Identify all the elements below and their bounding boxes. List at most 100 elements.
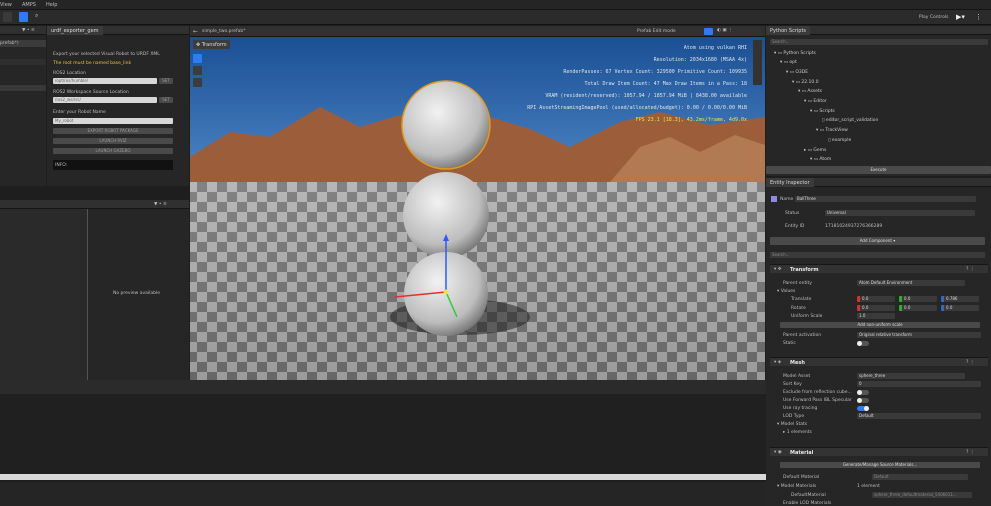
values-label: ▾ Values bbox=[777, 289, 796, 294]
uniform-scale-input[interactable]: 1.0 bbox=[857, 313, 895, 319]
camera-icon[interactable] bbox=[704, 28, 713, 35]
viewport-side-toolbar[interactable] bbox=[753, 40, 762, 85]
help-icon[interactable]: ? ⋮ bbox=[966, 360, 974, 365]
translate-z[interactable]: 0.786 bbox=[941, 296, 979, 302]
tab-inspector[interactable]: Entity Inspector bbox=[766, 178, 814, 187]
python-header: Python Scripts bbox=[766, 26, 991, 35]
hud-line: RenderPasses: 67 Vertex Count: 329500 Pr… bbox=[563, 69, 747, 75]
uniform-scale-label: Uniform Scale bbox=[791, 314, 823, 319]
tree-item[interactable]: ▾ ▭ O3DE bbox=[786, 70, 808, 75]
tree-item[interactable]: ▯ editor_script_validation bbox=[822, 118, 878, 123]
robot-name-label: Enter your Robot Name bbox=[53, 110, 106, 115]
entity-name-input[interactable]: BallThree bbox=[795, 196, 976, 202]
console-input[interactable] bbox=[0, 474, 766, 480]
tree-item[interactable]: ▾ ▭ TrackView bbox=[816, 128, 848, 133]
elements-label[interactable]: ▸ 1 elements bbox=[783, 430, 812, 435]
exclude-reflection-toggle[interactable] bbox=[857, 390, 869, 395]
forward-pass-toggle[interactable] bbox=[857, 398, 869, 403]
ros2-ws-label: ROS2 Workspace Source Location bbox=[53, 90, 129, 95]
menu-amps[interactable]: AMPS bbox=[22, 2, 36, 8]
outliner-row[interactable] bbox=[0, 85, 46, 91]
default-material-input[interactable]: Default bbox=[872, 474, 968, 480]
inspector-search-input[interactable]: Search... bbox=[770, 252, 985, 258]
menu-view[interactable]: View bbox=[0, 2, 12, 8]
static-toggle[interactable] bbox=[857, 341, 869, 346]
set-location-button[interactable]: SET bbox=[159, 78, 173, 84]
menu-help[interactable]: Help bbox=[46, 2, 57, 8]
collapse-icon[interactable]: ▾ ◈ bbox=[774, 360, 781, 365]
console-panel bbox=[0, 394, 766, 474]
search-icon[interactable]: ⌕ bbox=[35, 12, 44, 22]
model-materials-label[interactable]: ▾ Model Materials bbox=[777, 484, 816, 489]
viewport-tab[interactable]: simple_two.prefab* bbox=[202, 29, 245, 34]
rotate-z[interactable]: 0.0 bbox=[941, 305, 979, 311]
back-arrow-icon[interactable]: ← bbox=[193, 28, 198, 35]
export-package-button[interactable]: EXPORT ROBOT PACKAGE bbox=[53, 128, 173, 134]
python-search-input[interactable]: Search... bbox=[770, 39, 988, 45]
generate-materials-button[interactable]: Generate/Manage Source Materials... bbox=[780, 462, 980, 468]
tree-item[interactable]: ▾ ▭ opt bbox=[780, 60, 797, 65]
add-component-button[interactable]: Add Component ▾ bbox=[770, 237, 985, 245]
rotate-x[interactable]: 0.0 bbox=[857, 305, 895, 311]
hud-overlay: Atom using vulkan RHI Resolution: 2034x1… bbox=[447, 45, 747, 125]
add-nonuniform-scale-button[interactable]: Add non-uniform scale bbox=[780, 322, 980, 328]
tree-item[interactable]: ▾ ▭ Assets bbox=[798, 89, 822, 94]
transform-section-header[interactable]: ▾ ✥ Transform? ⋮ bbox=[770, 264, 988, 273]
no-preview-text: No preview available bbox=[113, 291, 161, 296]
outliner-row[interactable] bbox=[0, 59, 46, 65]
asset-tree[interactable] bbox=[0, 209, 88, 380]
model-asset-input[interactable]: sphere_three bbox=[857, 373, 965, 379]
move-tool-icon[interactable] bbox=[193, 54, 202, 63]
material-section-header[interactable]: ▾ ◉ Material? ⋮ bbox=[770, 447, 988, 456]
rotate-y[interactable]: 0.0 bbox=[899, 305, 937, 311]
tree-item[interactable]: ▾ ▭ 22.10.0 bbox=[792, 80, 819, 85]
execute-button[interactable]: Execute bbox=[766, 166, 991, 174]
robot-name-input[interactable]: My_robot bbox=[53, 118, 173, 124]
edit-mode-select[interactable]: Prefab Edit mode bbox=[637, 29, 676, 34]
more-icon[interactable]: ⋮ bbox=[975, 13, 982, 21]
set-ws-button[interactable]: SET bbox=[159, 97, 173, 103]
scale-tool-icon[interactable] bbox=[193, 78, 202, 87]
play-icon[interactable]: ▶▾ bbox=[956, 13, 965, 21]
tree-item[interactable]: ▸ ▭ Gems bbox=[804, 148, 826, 153]
filter-icon[interactable]: ▼ • ≡ bbox=[154, 202, 167, 207]
help-icon[interactable]: ? ⋮ bbox=[966, 450, 974, 455]
tree-item[interactable]: ▾ ▭ Editor bbox=[804, 99, 827, 104]
tree-item[interactable]: ▯ example bbox=[828, 138, 851, 143]
launch-gazebo-button[interactable]: LAUNCH GAZEBO bbox=[53, 148, 173, 154]
hud-fps: FPS 23.1 [18.3], 43.2ms/frame, 4d9.0x bbox=[635, 117, 747, 123]
parent-entity-input[interactable]: Atom Default Environment bbox=[857, 280, 965, 286]
inspector-header: Entity Inspector bbox=[766, 178, 991, 187]
translate-x[interactable]: 0.0 bbox=[857, 296, 895, 302]
sort-key-input[interactable]: 0 bbox=[857, 381, 981, 387]
tree-item[interactable]: ▾ ▭ Scripts bbox=[810, 109, 835, 114]
filter-icon[interactable]: ▼ • ≡ bbox=[22, 28, 35, 33]
tab-urdf[interactable]: urdf_exporter_gem bbox=[47, 26, 103, 35]
tab-python[interactable]: Python Scripts bbox=[766, 26, 811, 35]
ray-tracing-toggle[interactable] bbox=[857, 406, 869, 411]
defaultmaterial-input[interactable]: sphere_three_defaultmaterial_5406011... bbox=[872, 492, 972, 498]
status-select[interactable]: Universal bbox=[825, 210, 975, 216]
status-label: Status bbox=[785, 211, 800, 216]
translate-y[interactable]: 0.0 bbox=[899, 296, 937, 302]
model-stats-label[interactable]: ▾ Model Stats bbox=[777, 422, 807, 427]
tree-item[interactable]: ▾ ▭ Atom bbox=[810, 157, 831, 162]
select-icon[interactable] bbox=[19, 12, 28, 22]
entity-icon[interactable] bbox=[3, 12, 12, 22]
rotate-tool-icon[interactable] bbox=[193, 66, 202, 75]
transform-button[interactable]: ✥ Transform bbox=[193, 40, 230, 49]
outliner-row[interactable]: prefab*) bbox=[0, 40, 46, 47]
lod-type-select[interactable]: Default bbox=[857, 413, 981, 419]
gizmo-center[interactable] bbox=[443, 289, 449, 295]
ros2-ws-input[interactable]: /ros2_ws/src/ bbox=[53, 97, 157, 103]
sort-key-label: Sort Key bbox=[783, 382, 802, 387]
ros2-location-input[interactable]: /opt/ros/humble/ bbox=[53, 78, 157, 84]
collapse-icon[interactable]: ▾ ◉ bbox=[774, 450, 782, 455]
help-icon[interactable]: ? ⋮ bbox=[966, 267, 974, 272]
viewport-options-icon[interactable]: ◐ ▣ ⋮ bbox=[717, 28, 733, 33]
tree-item[interactable]: ▾ ▭ Python Scripts bbox=[774, 51, 816, 56]
collapse-icon[interactable]: ▾ ✥ bbox=[774, 267, 781, 272]
parent-activation-select[interactable]: Original relative transform bbox=[857, 332, 981, 338]
launch-rviz-button[interactable]: LAUNCH RVIZ bbox=[53, 138, 173, 144]
mesh-section-header[interactable]: ▾ ◈ Mesh? ⋮ bbox=[770, 357, 988, 366]
